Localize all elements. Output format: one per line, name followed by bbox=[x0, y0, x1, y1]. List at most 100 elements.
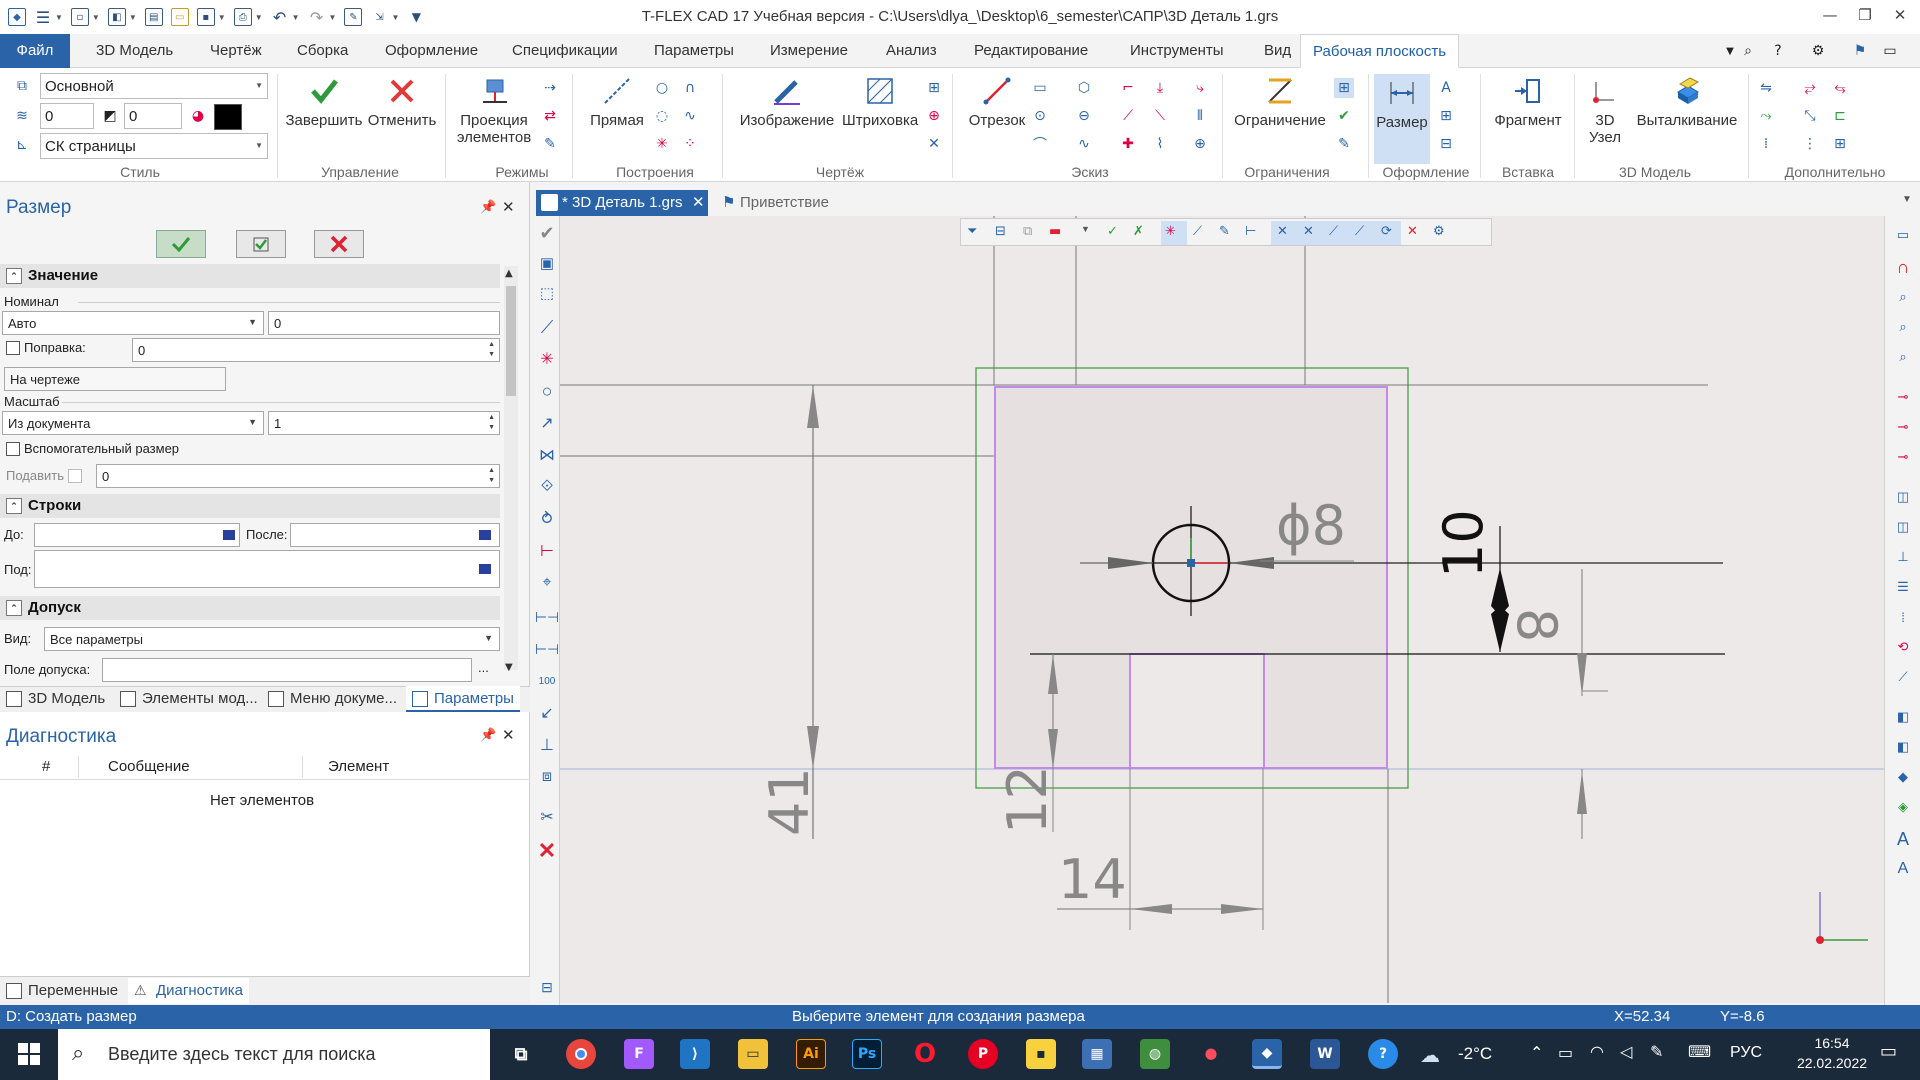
open-folder-icon[interactable]: ▭ bbox=[170, 8, 189, 26]
line-dim-icon[interactable]: ⟋ bbox=[536, 316, 558, 338]
snap-center-icon[interactable]: ⟳ bbox=[1381, 224, 1392, 239]
section-icon[interactable]: ⊥ bbox=[1892, 546, 1914, 568]
snap-dim-icon[interactable]: ⊢ bbox=[1245, 224, 1256, 239]
ellipse-sketch-icon[interactable]: ⊖ bbox=[1074, 106, 1094, 126]
view-select[interactable]: Все параметры ▼ bbox=[44, 627, 500, 651]
circle-sketch-icon[interactable]: ⊙ bbox=[1030, 106, 1050, 126]
display-2-icon[interactable]: ⊸ bbox=[1892, 416, 1914, 438]
hatch-button[interactable]: Штриховка bbox=[842, 74, 918, 129]
tab-measurement[interactable]: Измерение bbox=[758, 34, 860, 68]
pen-tray-icon[interactable]: ✎ bbox=[1650, 1042, 1663, 1061]
filter-color-icon[interactable]: ▬ bbox=[1049, 224, 1061, 239]
snap-filter-uncheck-icon[interactable]: ✗ bbox=[1133, 224, 1144, 239]
zoom-in-icon[interactable]: ⌕ bbox=[1892, 316, 1914, 338]
snap-line-icon[interactable]: ⟋ bbox=[1193, 224, 1202, 239]
level-spin[interactable]: 0 bbox=[124, 103, 182, 129]
vscode-icon[interactable]: ⟩ bbox=[680, 1039, 710, 1069]
on-drawing-field[interactable]: На чертеже bbox=[4, 367, 226, 391]
text-icon[interactable]: ⊞ bbox=[924, 78, 944, 98]
table-icon[interactable]: ⊞ bbox=[1436, 106, 1456, 126]
clock-date[interactable]: 22.02.2022 bbox=[1790, 1055, 1874, 1071]
magnet-icon[interactable]: ∩ bbox=[1892, 256, 1914, 278]
scroll-up-icon[interactable]: ▲ bbox=[505, 268, 513, 279]
mirror-sketch-icon[interactable]: ⫴ bbox=[1190, 106, 1210, 126]
auto-constraint-icon[interactable]: ⊞ bbox=[1334, 78, 1354, 98]
customize-icon[interactable]: ▼ bbox=[407, 8, 425, 26]
line-button[interactable]: Прямая bbox=[580, 74, 654, 129]
chain-dim-icon[interactable]: ⊢ bbox=[536, 540, 558, 562]
angle-dim-icon[interactable]: ⋈ bbox=[536, 444, 558, 466]
after-input[interactable] bbox=[290, 523, 500, 547]
help-app-icon[interactable]: ? bbox=[1368, 1039, 1398, 1069]
mode-icon-3[interactable]: ✎ bbox=[540, 134, 560, 154]
fillet-sketch-icon[interactable]: ⌐ bbox=[1118, 78, 1138, 98]
color-swatch[interactable] bbox=[214, 104, 242, 130]
help-icon[interactable]: ? bbox=[1768, 41, 1788, 61]
tab-specifications[interactable]: Спецификации bbox=[500, 34, 630, 68]
window-icon[interactable]: ▭ bbox=[1892, 224, 1914, 246]
grid-dots-icon[interactable]: ⁞ bbox=[1892, 606, 1914, 628]
nominal-value-input[interactable]: 0 bbox=[268, 311, 500, 335]
ok-button[interactable] bbox=[156, 230, 206, 258]
polygon-sketch-icon[interactable]: ⬡ bbox=[1074, 78, 1094, 98]
view-cube-1-icon[interactable]: ◫ bbox=[1892, 486, 1914, 508]
fragment-button[interactable]: Фрагмент bbox=[1488, 74, 1568, 129]
constraint-button[interactable]: Ограничение bbox=[1230, 74, 1330, 129]
under-text-button[interactable] bbox=[474, 558, 496, 580]
ok-continue-button[interactable] bbox=[236, 230, 286, 258]
windows-start-icon[interactable] bbox=[18, 1043, 40, 1065]
circle-construct-icon[interactable]: ○ bbox=[652, 78, 672, 98]
chrome-icon[interactable] bbox=[566, 1039, 596, 1069]
correction-input[interactable]: 0 ▲ ▼ bbox=[132, 338, 500, 362]
color-palette-icon[interactable]: ◕ bbox=[188, 106, 208, 126]
opera-icon[interactable]: O bbox=[910, 1039, 940, 1069]
pin-icon[interactable]: 📌 bbox=[480, 728, 496, 743]
slot-outline[interactable] bbox=[1129, 653, 1265, 769]
nominal-mode-select[interactable]: Авто ▼ bbox=[2, 311, 264, 335]
roughness-icon[interactable]: ⊟ bbox=[1436, 134, 1456, 154]
panel-tab-parameters[interactable]: Параметры bbox=[406, 686, 520, 712]
node-construct-icon[interactable]: ✳ bbox=[652, 134, 672, 154]
dimension-button[interactable]: Размер bbox=[1374, 74, 1430, 164]
filter-layers-icon[interactable]: ⧉ bbox=[1023, 224, 1032, 239]
script-icon[interactable]: ✎ bbox=[344, 8, 363, 26]
arc-sketch-icon[interactable]: ⌒ bbox=[1030, 134, 1050, 154]
keyboard-icon[interactable]: ⌨ bbox=[1688, 1042, 1711, 1061]
projection-button[interactable]: Проекция элементов bbox=[452, 74, 536, 146]
maps-app-icon[interactable]: ◍ bbox=[1140, 1039, 1170, 1069]
close-panel-icon[interactable]: ✕ bbox=[502, 198, 515, 216]
finish-button[interactable]: Завершить bbox=[284, 74, 364, 129]
tab-work-plane[interactable]: Рабочая плоскость bbox=[1300, 34, 1460, 68]
under-input[interactable] bbox=[34, 550, 500, 588]
extra-tool-8-icon[interactable]: ⋮ bbox=[1800, 134, 1820, 154]
snap-pen-icon[interactable]: ✎ bbox=[1219, 224, 1230, 239]
tab-file[interactable]: Файл bbox=[0, 34, 70, 68]
search-icon[interactable]: ⌕ bbox=[1738, 41, 1758, 61]
zoom-out-icon[interactable]: ⌕ bbox=[1892, 346, 1914, 368]
minimize-button[interactable]: — bbox=[1815, 6, 1845, 28]
close-button[interactable]: ✕ bbox=[1885, 6, 1915, 28]
doc-tab-welcome[interactable]: ⚑ Приветствие bbox=[720, 190, 829, 216]
drawing-canvas[interactable]: ϕ8 10 8 41 12 14 ⏷ ⊟ ⧉ ▬ ▼ ✓ ✗ ✳ ⟋ ✎ ⊢ ✕… bbox=[560, 216, 1884, 1003]
file-explorer-icon[interactable]: ▭ bbox=[738, 1039, 768, 1069]
extra-tool-1-icon[interactable]: ⇋ bbox=[1756, 78, 1776, 98]
layer-spin[interactable]: 0 bbox=[40, 103, 94, 129]
restore-button[interactable]: ❐ bbox=[1850, 6, 1880, 28]
extra-tool-7-icon[interactable]: ⁞ bbox=[1756, 134, 1776, 154]
doc-tab-active[interactable]: * 3D Деталь 1.grs ✕ bbox=[536, 190, 708, 216]
extrude-button[interactable]: Выталкивание bbox=[1632, 74, 1742, 129]
text-style-1-icon[interactable]: A bbox=[1892, 828, 1914, 850]
col-number[interactable]: # bbox=[42, 758, 50, 775]
snap-node-icon[interactable]: ✳ bbox=[1165, 224, 1176, 239]
tab-tools[interactable]: Инструменты bbox=[1118, 34, 1236, 68]
array-construct-icon[interactable]: ⁘ bbox=[680, 134, 700, 154]
green-solid-icon[interactable]: ◈ bbox=[1892, 796, 1914, 818]
extra-tool-2-icon[interactable]: ⥂ bbox=[1800, 78, 1820, 98]
align-dim-icon[interactable]: ⊥ bbox=[536, 734, 558, 756]
bottom-tab-diagnostics[interactable]: ⚠ Диагностика bbox=[128, 978, 249, 1004]
before-input[interactable] bbox=[34, 523, 240, 547]
pinterest-icon[interactable]: P bbox=[968, 1039, 998, 1069]
pin-icon[interactable]: 📌 bbox=[480, 200, 496, 215]
value-dim-icon[interactable]: 100 bbox=[536, 670, 558, 692]
cancel-panel-button[interactable] bbox=[314, 230, 364, 258]
